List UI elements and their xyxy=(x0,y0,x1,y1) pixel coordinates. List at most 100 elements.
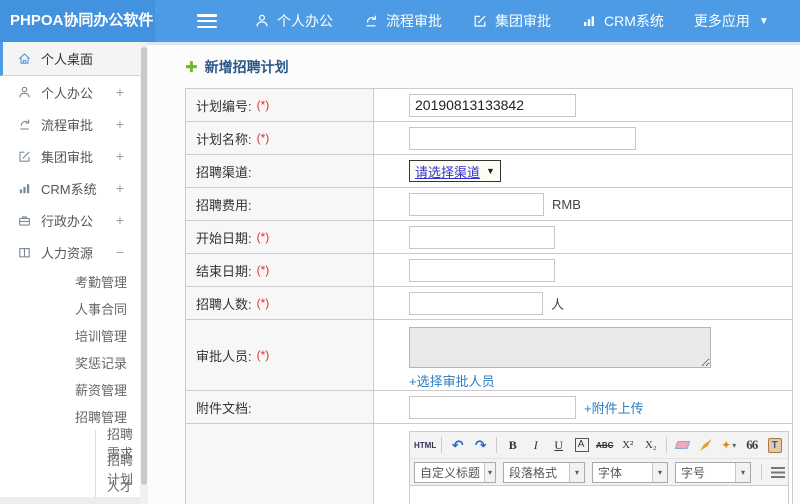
collapse-icon[interactable]: − xyxy=(116,409,124,425)
nav-crm-system[interactable]: CRM系统 xyxy=(566,0,679,42)
select-value: 字体 xyxy=(598,465,623,480)
sidebar-subitem-attendance[interactable]: 考勤管理 xyxy=(0,268,140,295)
align-left-button[interactable] xyxy=(767,462,788,483)
fee-input[interactable] xyxy=(409,192,544,216)
expand-icon[interactable]: + xyxy=(116,382,124,398)
dropdown-arrow-icon: ▼ xyxy=(486,166,495,176)
sidebar-item-label: 集团审批 xyxy=(41,149,94,165)
scrollbar-thumb[interactable] xyxy=(141,47,147,485)
expand-icon[interactable]: + xyxy=(116,116,124,132)
sidebar-subitem-training[interactable]: 培训管理 xyxy=(0,322,140,349)
superscript-button[interactable]: X² xyxy=(617,435,638,456)
sidebar-vertical-scrollbar[interactable] xyxy=(140,42,148,504)
collapse-icon[interactable]: − xyxy=(116,244,124,260)
main-content: ✚ 新增招聘计划 计划编号: (*) 计划名称: (*) 招聘渠道: xyxy=(148,42,800,504)
sidebar-subsubitem-talent-pool[interactable]: 人才库 xyxy=(96,479,140,497)
nav-group-approval[interactable]: 集团审批 xyxy=(457,0,566,42)
underline-button[interactable]: U xyxy=(548,435,569,456)
plan-name-input[interactable] xyxy=(409,126,636,150)
heading-style-select[interactable]: 自定义标题 ▾ xyxy=(414,461,496,483)
book-icon xyxy=(19,247,30,257)
end-date-input[interactable] xyxy=(409,258,555,282)
expand-icon[interactable]: + xyxy=(116,180,124,196)
sidebar-subitem-rewards[interactable]: 奖惩记录 xyxy=(0,349,140,376)
sidebar-item-workflow-approval[interactable]: 流程审批 + xyxy=(0,108,140,140)
undo-button[interactable]: ↶ xyxy=(447,435,468,456)
remove-format-button[interactable] xyxy=(672,435,693,456)
form-row-headcount: 招聘人数: (*) 人 xyxy=(186,287,792,320)
nav-label: 个人办公 xyxy=(277,13,333,29)
eraser-icon xyxy=(674,441,691,449)
blockquote-button[interactable]: 66 xyxy=(741,435,762,456)
editor-content-area[interactable] xyxy=(410,486,788,504)
toolbar-separator xyxy=(441,437,443,453)
expand-icon[interactable]: + xyxy=(116,148,124,164)
bold-button[interactable]: B xyxy=(502,435,523,456)
toolbar-separator xyxy=(666,437,668,453)
plus-icon: ✚ xyxy=(185,59,198,76)
label-text: 附件文档: xyxy=(196,400,252,416)
sidebar-item-personal-office[interactable]: 个人办公 + xyxy=(0,76,140,108)
sidebar-item-label: 个人办公 xyxy=(41,85,94,101)
format-painter-button[interactable] xyxy=(695,435,716,456)
nav-workflow-approval[interactable]: 流程审批 xyxy=(348,0,457,42)
select-value: 字号 xyxy=(681,465,706,480)
nav-label: 集团审批 xyxy=(495,13,551,29)
recruit-plan-form: 计划编号: (*) 计划名称: (*) 招聘渠道: 请选择渠道 xyxy=(185,88,793,504)
italic-button[interactable]: I xyxy=(525,435,546,456)
share-icon xyxy=(366,15,376,27)
sidebar-item-label: 行政办公 xyxy=(41,213,94,229)
approvers-textarea[interactable] xyxy=(409,327,711,368)
field-label: 招聘渠道: xyxy=(186,155,374,187)
nav-more-apps[interactable]: 更多应用 ▼ xyxy=(679,0,784,42)
form-row-approvers: 审批人员: (*) +选择审批人员 xyxy=(186,320,792,391)
select-value: 段落格式 xyxy=(509,465,558,480)
sidebar: 个人桌面 个人办公 + 流程审批 + 集团审批 + CRM系统 + 行政办公 +… xyxy=(0,42,140,497)
paragraph-format-select[interactable]: 段落格式 ▾ xyxy=(503,461,585,483)
channel-select[interactable]: 请选择渠道 ▼ xyxy=(409,160,501,182)
sidebar-item-hr[interactable]: 人力资源 − xyxy=(0,236,140,268)
sidebar-item-admin-office[interactable]: 行政办公 + xyxy=(0,204,140,236)
strikethrough-button[interactable]: ABC xyxy=(594,435,615,456)
caret-down-icon: ▾ xyxy=(735,462,750,482)
sidebar-item-crm[interactable]: CRM系统 + xyxy=(0,172,140,204)
top-nav: 个人办公 流程审批 集团审批 CRM系统 更多应用 ▼ xyxy=(239,0,784,42)
plan-number-input[interactable] xyxy=(409,93,576,117)
expand-icon[interactable]: + xyxy=(116,212,124,228)
quick-format-button[interactable]: ✦ ▾ xyxy=(718,435,739,456)
hamburger-menu-icon[interactable] xyxy=(197,14,217,28)
sidebar-item-group-approval[interactable]: 集团审批 + xyxy=(0,140,140,172)
sidebar-subitem-recruitment[interactable]: 招聘管理 − xyxy=(0,403,140,430)
sidebar-item-desktop[interactable]: 个人桌面 xyxy=(0,42,140,76)
caret-down-icon: ▾ xyxy=(652,462,667,482)
font-family-select[interactable]: 字体 ▾ xyxy=(592,461,668,483)
start-date-input[interactable] xyxy=(409,225,555,249)
font-size-select[interactable]: 字号 ▾ xyxy=(675,461,751,483)
recruitment-submenu: 招聘需求 招聘计划 人才库 xyxy=(95,427,140,497)
user-icon xyxy=(19,86,30,98)
required-mark: (*) xyxy=(256,263,270,277)
font-style-button[interactable]: A xyxy=(574,438,589,452)
select-value: 自定义标题 xyxy=(420,465,481,480)
attachment-input[interactable] xyxy=(409,395,576,419)
label-text: 招聘渠道: xyxy=(196,164,252,180)
label-text: 开始日期: xyxy=(196,230,252,246)
sidebar-subitem-hr-contract[interactable]: 人事合同 xyxy=(0,295,140,322)
paste-as-text-button[interactable]: T xyxy=(764,435,785,456)
nav-label: CRM系统 xyxy=(604,13,664,29)
redo-button[interactable]: ↷ xyxy=(470,435,491,456)
expand-icon[interactable]: + xyxy=(116,84,124,100)
subscript-button[interactable]: X₂ xyxy=(640,435,661,456)
html-source-button[interactable]: HTML xyxy=(414,435,436,456)
nav-personal-office[interactable]: 个人办公 xyxy=(239,0,348,42)
headcount-unit-label: 人 xyxy=(551,296,565,312)
attachment-upload-link[interactable]: +附件上传 xyxy=(584,398,644,417)
select-approvers-link[interactable]: +选择审批人员 xyxy=(409,371,495,390)
sidebar-horizontal-scrollbar[interactable] xyxy=(0,497,140,504)
headcount-input[interactable] xyxy=(409,291,543,315)
form-row-fee: 招聘费用: RMB xyxy=(186,188,792,221)
sidebar-subitem-salary[interactable]: 薪资管理 + xyxy=(0,376,140,403)
caret-down-icon: ▾ xyxy=(484,462,495,482)
app-logo: PHPOA协同办公软件 xyxy=(0,0,155,42)
required-mark: (*) xyxy=(256,296,270,310)
